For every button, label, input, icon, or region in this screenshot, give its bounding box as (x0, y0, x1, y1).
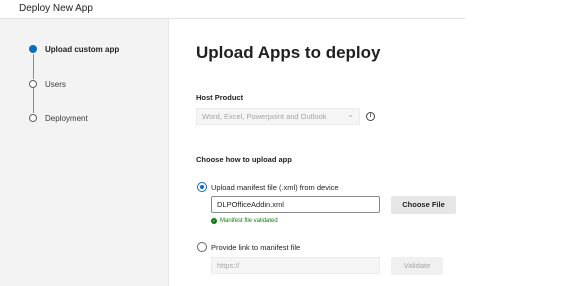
manifest-link-label[interactable]: Provide link to manifest file (211, 243, 300, 252)
step-upload-custom-app[interactable]: Upload custom app (29, 42, 119, 56)
step-connector (33, 54, 34, 79)
app-title: Deploy New App (19, 3, 93, 14)
step-connector (33, 88, 34, 113)
manifest-file-value: DLPOfficeAddin.xml (217, 200, 284, 209)
host-product-value: Word, Excel, Powerpoint and Outlook (202, 112, 327, 121)
choose-file-button[interactable]: Choose File (391, 196, 456, 214)
upload-manifest-radio[interactable] (197, 182, 207, 192)
step-deployment[interactable]: Deployment (29, 111, 88, 125)
validation-text: Manifest file validated (220, 217, 278, 224)
manifest-link-placeholder: https:// (217, 261, 240, 270)
chevron-down-icon: ⌄ (347, 110, 354, 119)
validate-button: Validate (391, 257, 443, 275)
host-product-select: Word, Excel, Powerpoint and Outlook ⌄ (196, 108, 360, 125)
step-label: Upload custom app (45, 44, 120, 54)
step-pending-indicator (29, 80, 37, 88)
step-navigation (0, 19, 168, 286)
manifest-file-field[interactable]: DLPOfficeAddin.xml (211, 196, 380, 213)
step-pending-indicator (29, 114, 37, 122)
step-active-indicator (29, 45, 37, 53)
step-users[interactable]: Users (29, 77, 66, 91)
info-icon[interactable]: i (366, 112, 375, 121)
manifest-link-input: https:// (211, 257, 380, 274)
validation-status: ✓ Manifest file validated (211, 216, 278, 225)
check-icon: ✓ (211, 217, 217, 224)
host-product-label: Host Product (196, 93, 244, 102)
pane-divider (168, 19, 169, 286)
step-label: Deployment (45, 113, 88, 123)
upload-method-label: Choose how to upload app (196, 155, 292, 164)
upload-manifest-label[interactable]: Upload manifest file (.xml) from device (211, 183, 339, 192)
manifest-link-radio[interactable] (197, 242, 207, 252)
step-label: Users (45, 79, 66, 89)
page-title: Upload Apps to deploy (196, 43, 381, 62)
